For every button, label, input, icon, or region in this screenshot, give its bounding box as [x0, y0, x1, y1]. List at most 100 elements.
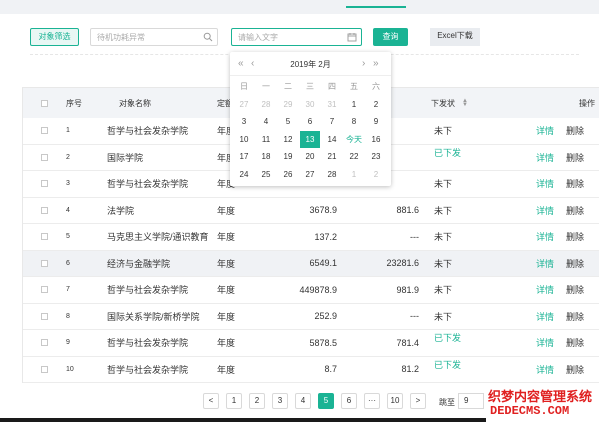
search-icon[interactable] [203, 32, 213, 42]
calendar-day[interactable]: 1 [344, 96, 364, 113]
calendar-day[interactable]: 27 [234, 96, 254, 113]
row-value-1: 449878.9 [299, 284, 337, 295]
page-button[interactable]: 3 [272, 393, 288, 409]
prev-page-button[interactable]: < [203, 393, 219, 409]
calendar-day[interactable]: 28 [322, 166, 342, 183]
calendar-day[interactable]: 27 [300, 166, 320, 183]
calendar-day[interactable]: 7 [322, 113, 342, 130]
search-input[interactable] [91, 29, 196, 45]
calendar-day-selected[interactable]: 13 [300, 130, 320, 148]
row-delete-link[interactable]: 删除 [566, 118, 584, 144]
next-page-button[interactable]: > [410, 393, 426, 409]
row-delete-link[interactable]: 删除 [566, 198, 584, 224]
calendar-day[interactable]: 20 [300, 148, 320, 165]
row-index: 3 [66, 180, 70, 188]
calendar-day[interactable]: 16 [366, 131, 386, 148]
page-ellipsis[interactable]: ··· [364, 393, 380, 409]
row-checkbox[interactable] [41, 118, 48, 144]
row-detail-link[interactable]: 详情 [536, 224, 554, 250]
query-button[interactable]: 查询 [373, 28, 408, 46]
row-detail-link[interactable]: 详情 [536, 251, 554, 277]
row-checkbox[interactable] [41, 145, 48, 171]
row-detail-link[interactable]: 详情 [536, 145, 554, 171]
page-button[interactable]: 4 [295, 393, 311, 409]
date-input[interactable] [232, 29, 337, 45]
row-checkbox[interactable] [41, 330, 48, 356]
calendar-day[interactable]: 6 [300, 113, 320, 130]
calendar-day[interactable]: 29 [278, 96, 298, 113]
calendar-today-button[interactable]: 今天 [344, 131, 364, 148]
calendar-day[interactable]: 30 [300, 96, 320, 113]
page-button[interactable]: 10 [387, 393, 403, 409]
select-all-checkbox[interactable] [41, 88, 48, 118]
object-filter-button[interactable]: 对象筛选 [30, 28, 79, 46]
calendar-day[interactable]: 2 [366, 96, 386, 113]
calendar-day[interactable]: 21 [322, 148, 342, 165]
row-delete-link[interactable]: 删除 [566, 145, 584, 171]
row-name: 哲学与社会发杂学院 [107, 338, 189, 349]
row-status-label: 未下 [434, 258, 453, 269]
row-checkbox[interactable] [41, 251, 48, 277]
row-checkbox[interactable] [41, 224, 48, 250]
calendar-day[interactable]: 24 [234, 166, 254, 183]
next-year-icon[interactable]: » [373, 58, 379, 69]
row-checkbox[interactable] [41, 304, 48, 330]
row-detail-link[interactable]: 详情 [536, 171, 554, 197]
calendar-day[interactable]: 9 [366, 113, 386, 130]
row-index: 7 [66, 286, 70, 294]
row-detail-link[interactable]: 详情 [536, 357, 554, 383]
row-index: 5 [66, 233, 70, 241]
calendar-day[interactable]: 8 [344, 113, 364, 130]
calendar-day[interactable]: 10 [234, 131, 254, 148]
calendar-day[interactable]: 26 [278, 166, 298, 183]
page-button[interactable]: 6 [341, 393, 357, 409]
row-checkbox[interactable] [41, 171, 48, 197]
row-delete-link[interactable]: 删除 [566, 357, 584, 383]
calendar-day[interactable]: 18 [256, 148, 276, 165]
calendar-day[interactable]: 28 [256, 96, 276, 113]
row-detail-link[interactable]: 详情 [536, 198, 554, 224]
calendar-day[interactable]: 22 [344, 148, 364, 165]
calendar-day[interactable]: 3 [234, 113, 254, 130]
row-delete-link[interactable]: 删除 [566, 277, 584, 303]
excel-download-button[interactable]: Excel下载 [430, 28, 480, 46]
row-detail-link[interactable]: 详情 [536, 277, 554, 303]
date-field[interactable] [231, 28, 362, 46]
search-field[interactable] [90, 28, 218, 46]
calendar-day[interactable]: 23 [366, 148, 386, 165]
row-checkbox[interactable] [41, 357, 48, 383]
calendar-day[interactable]: 19 [278, 148, 298, 165]
row-delete-link[interactable]: 删除 [566, 224, 584, 250]
page-button[interactable]: 1 [226, 393, 242, 409]
row-delete-link[interactable]: 删除 [566, 304, 584, 330]
page-button[interactable]: 5 [318, 393, 334, 409]
header-name: 对象名称 [119, 98, 151, 108]
calendar-day[interactable]: 14 [322, 131, 342, 148]
calendar-day[interactable]: 5 [278, 113, 298, 130]
page-button[interactable]: 2 [249, 393, 265, 409]
row-value-1: 252.9 [314, 311, 337, 322]
row-status: 未下 [434, 198, 452, 224]
row-delete-link[interactable]: 删除 [566, 171, 584, 197]
row-checkbox[interactable] [41, 198, 48, 224]
calendar-day[interactable]: 31 [322, 96, 342, 113]
next-month-icon[interactable]: › [362, 58, 365, 69]
row-delete-link[interactable]: 删除 [566, 330, 584, 356]
sort-icon[interactable]: ▲ ▼ [462, 98, 468, 108]
header-status[interactable]: 下发状 ▲ ▼ [431, 88, 468, 118]
calendar-day[interactable]: 1 [344, 166, 364, 183]
row-checkbox[interactable] [41, 277, 48, 303]
calendar-day[interactable]: 17 [234, 148, 254, 165]
row-delete-link[interactable]: 删除 [566, 251, 584, 277]
calendar-day[interactable]: 11 [256, 131, 276, 148]
row-detail-link[interactable]: 详情 [536, 330, 554, 356]
header-index: 序号 [66, 98, 82, 108]
row-detail-link[interactable]: 详情 [536, 118, 554, 144]
calendar-day[interactable]: 12 [278, 131, 298, 148]
jump-page-input[interactable]: 9 [458, 393, 484, 409]
calendar-icon[interactable] [347, 32, 357, 42]
calendar-day[interactable]: 2 [366, 166, 386, 183]
calendar-day[interactable]: 25 [256, 166, 276, 183]
calendar-day[interactable]: 4 [256, 113, 276, 130]
row-detail-link[interactable]: 详情 [536, 304, 554, 330]
